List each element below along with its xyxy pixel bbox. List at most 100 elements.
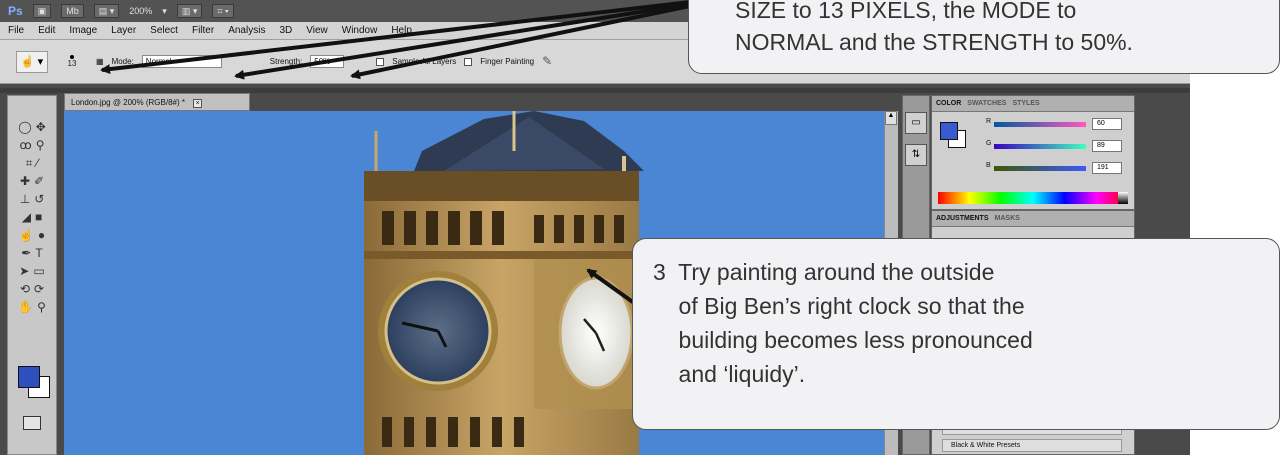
tools-panel: ◯ ✥ ꝏ ⚲ ⌗ ⁄ ✚ ✐ ⊥ ↺ ◢ ■ ☝ ● ✒ T ➤ ▭ ⟲ ⟳ ✋ ⚲ [7, 95, 57, 455]
history-brush-tool-icon[interactable]: ↺ [34, 192, 44, 206]
mode-select[interactable]: Normal [141, 55, 222, 68]
strength-label: Strength: [269, 57, 303, 66]
brush-panel-toggle-icon[interactable]: ▦ [96, 57, 104, 66]
smudge-tool-active-icon[interactable]: ☝ [19, 228, 34, 242]
strength-input[interactable]: 50% [310, 55, 345, 68]
quick-select-tool-icon[interactable]: ⚲ [36, 138, 45, 152]
document-tab[interactable]: London.jpg @ 200% (RGB/8#) * × [64, 93, 250, 111]
callout-top-line-2: NORMAL and the STRENGTH to 50%. [735, 29, 1133, 55]
healing-tool-icon[interactable]: ✚ [20, 174, 30, 188]
type-tool-icon[interactable]: T [35, 246, 42, 260]
eyedropper-tool-icon[interactable]: ⁄ [36, 156, 38, 170]
launch-mini-bridge-button[interactable]: Mb [61, 4, 84, 18]
tab-masks[interactable]: MASKS [995, 215, 1020, 222]
tool-row-healing-brush: ✚ ✐ [8, 172, 56, 190]
scroll-up-icon[interactable]: ▲ [885, 111, 897, 125]
menu-help[interactable]: Help [391, 25, 412, 36]
pressure-brush-icon[interactable]: ✎ [542, 54, 558, 70]
red-value-input[interactable]: 60 [1092, 118, 1122, 130]
blue-value-input[interactable]: 191 [1092, 162, 1122, 174]
menu-window[interactable]: Window [342, 25, 378, 36]
3d-rotate-tool-icon[interactable]: ⟲ [20, 282, 30, 296]
blue-slider[interactable] [994, 166, 1086, 171]
finger-painting-label: Finger Painting [480, 57, 535, 66]
blue-label: B [986, 162, 991, 169]
sample-all-layers-checkbox[interactable] [376, 57, 385, 66]
zoom-chevron-icon[interactable]: ▾ [162, 6, 167, 17]
menu-file[interactable]: File [8, 25, 24, 36]
document-title: London.jpg @ 200% (RGB/8#) * [71, 98, 185, 107]
menu-edit[interactable]: Edit [38, 25, 55, 36]
eraser-tool-icon[interactable]: ◢ [22, 210, 31, 224]
black-white-presets-item[interactable]: Black & White Presets [942, 439, 1122, 452]
crop-tool-icon[interactable]: ⌗ [26, 156, 33, 171]
tab-styles[interactable]: STYLES [1012, 100, 1039, 107]
green-channel-row: G 89 [986, 140, 1132, 154]
green-slider[interactable] [994, 144, 1086, 149]
screen-mode-button[interactable]: ⌗ ▾ [212, 4, 234, 18]
menu-view[interactable]: View [306, 25, 328, 36]
dodge-tool-icon[interactable]: ● [38, 228, 45, 242]
tool-row-stamp-history: ⊥ ↺ [8, 190, 56, 208]
brush-preset-picker[interactable]: 13 [56, 51, 88, 73]
menu-analysis[interactable]: Analysis [228, 25, 265, 36]
callout-bottom-line-2: of Big Ben’s right clock so that the [653, 293, 1025, 319]
arrange-documents-button[interactable]: ▥ ▾ [176, 4, 203, 18]
launch-bridge-button[interactable]: ▣ [32, 4, 52, 18]
color-panel-foreground-swatch[interactable] [940, 122, 958, 140]
green-label: G [986, 140, 992, 147]
finger-painting-checkbox[interactable] [464, 57, 473, 66]
green-value-input[interactable]: 89 [1092, 140, 1122, 152]
tool-row-3d: ⟲ ⟳ [8, 280, 56, 298]
tab-color[interactable]: COLOR [936, 100, 961, 107]
callout-top-line-1: SIZE to 13 PIXELS, the MODE to [735, 0, 1077, 23]
blue-channel-row: B 191 [986, 162, 1132, 176]
color-panel-tabs: COLOR SWATCHES STYLES [932, 96, 1134, 112]
menu-image[interactable]: Image [69, 25, 97, 36]
red-slider[interactable] [994, 122, 1086, 127]
color-panel: COLOR SWATCHES STYLES R 60 G 89 B 191 [931, 95, 1135, 210]
brush-tool-icon[interactable]: ✐ [34, 174, 44, 188]
callout-bottom-line-1: 3 Try painting around the outside [653, 259, 995, 285]
menu-layer[interactable]: Layer [111, 25, 136, 36]
menu-filter[interactable]: Filter [192, 25, 214, 36]
pen-tool-icon[interactable]: ✒ [21, 246, 31, 260]
foreground-color-swatch[interactable] [18, 366, 40, 388]
menu-select[interactable]: Select [150, 25, 178, 36]
clone-stamp-tool-icon[interactable]: ⊥ [20, 192, 30, 206]
tool-row-pen-type: ✒ T [8, 244, 56, 262]
tool-row-eraser-gradient: ◢ ■ [8, 208, 56, 226]
sample-all-layers-label: Sample All Layers [392, 57, 457, 66]
marquee-tool-icon[interactable]: ◯ [18, 120, 31, 134]
move-tool-icon[interactable]: ✥ [36, 120, 46, 134]
shape-tool-icon[interactable]: ▭ [33, 264, 44, 278]
tab-swatches[interactable]: SWATCHES [967, 100, 1006, 107]
tool-row-hand-zoom: ✋ ⚲ [8, 298, 56, 316]
quick-mask-button[interactable] [23, 416, 41, 430]
history-panel-icon[interactable]: ▭ [905, 112, 927, 134]
zoom-tool-icon[interactable]: ⚲ [37, 300, 46, 314]
tool-preset-picker[interactable]: ☝ ▾ [16, 50, 48, 73]
adjustments-panel-tabs: ADJUSTMENTS MASKS [932, 211, 1134, 227]
menu-3d[interactable]: 3D [279, 25, 292, 36]
tool-row-crop-eyedropper: ⌗ ⁄ [8, 154, 56, 172]
smudge-tool-icon: ☝ [20, 55, 35, 68]
color-spectrum-bar[interactable] [938, 192, 1128, 204]
red-channel-row: R 60 [986, 118, 1132, 132]
lasso-tool-icon[interactable]: ꝏ [19, 138, 31, 152]
photoshop-logo: Ps [8, 4, 23, 18]
tool-row-smudge-dodge: ☝ ● [8, 226, 56, 244]
3d-orbit-tool-icon[interactable]: ⟳ [34, 282, 44, 296]
tool-row-marquee-move: ◯ ✥ [8, 118, 56, 136]
close-document-icon[interactable]: × [193, 99, 203, 108]
hand-tool-icon[interactable]: ✋ [18, 300, 33, 314]
zoom-level-select[interactable]: 200% [129, 6, 152, 16]
tab-adjustments[interactable]: ADJUSTMENTS [936, 215, 989, 222]
gradient-tool-icon[interactable]: ■ [35, 210, 42, 224]
view-extras-button[interactable]: ▤ ▾ [93, 4, 120, 18]
actions-panel-icon[interactable]: ⇅ [905, 144, 927, 166]
red-label: R [986, 118, 992, 125]
tool-row-path-shape: ➤ ▭ [8, 262, 56, 280]
path-select-tool-icon[interactable]: ➤ [19, 264, 29, 278]
callout-bottom-line-4: and ‘liquidy’. [653, 361, 806, 387]
